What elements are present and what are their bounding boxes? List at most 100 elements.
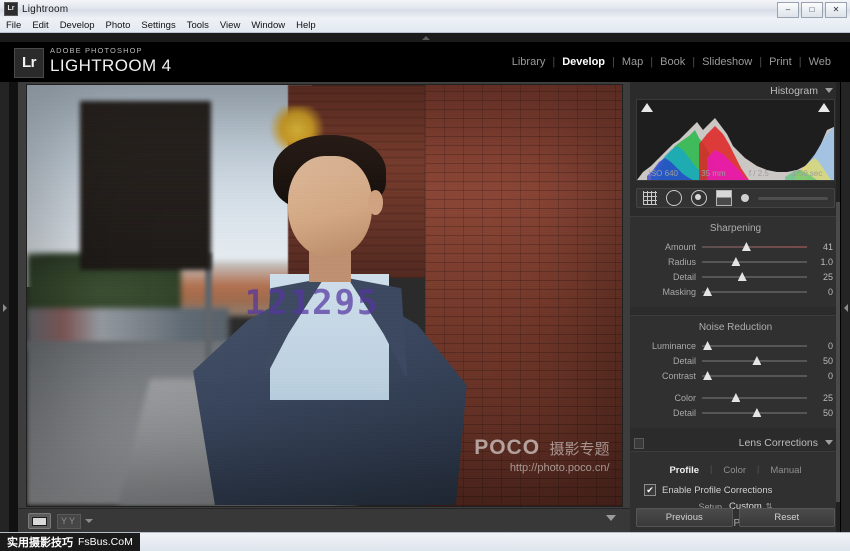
tab-profile[interactable]: Profile [660, 464, 708, 477]
module-develop[interactable]: Develop [555, 56, 612, 68]
slider-label: Color [674, 392, 696, 403]
tab-separator: | [710, 464, 713, 474]
slider-track-container[interactable] [702, 392, 807, 403]
identity-line1: ADOBE PHOTOSHOP [50, 46, 143, 55]
filmstrip-collapse-icon[interactable] [606, 515, 616, 521]
slider-value: 50 [822, 355, 833, 366]
module-book[interactable]: Book [653, 56, 692, 68]
slider-row-radius[interactable]: Radius 1.0 [638, 254, 833, 269]
lightroom-window: Lr Lightroom – □ ✕ File Edit Develop Pho… [0, 0, 850, 551]
menu-item-help[interactable]: Help [296, 20, 316, 31]
slider-label: Detail [672, 407, 696, 418]
chevron-left-icon [843, 303, 848, 312]
slider-track-container[interactable] [702, 256, 807, 267]
maximize-button[interactable]: □ [801, 2, 823, 18]
brush-size-slider[interactable] [758, 196, 828, 200]
lightroom-app: Lr ADOBE PHOTOSHOP LIGHTROOM 4 Library |… [0, 33, 850, 533]
slider-label: Detail [672, 355, 696, 366]
tab-separator: | [757, 464, 760, 474]
slider-row-amount[interactable]: Amount 41 [638, 239, 833, 254]
work-area: 121295 POCO 摄影专题 http://photo.poco.cn/ Y… [0, 82, 850, 533]
slider-row-masking[interactable]: Masking 0 [638, 284, 833, 299]
develop-tool-strip [636, 188, 835, 208]
slider-track-container[interactable] [702, 241, 807, 252]
red-eye-icon[interactable] [691, 190, 707, 206]
spot-removal-icon[interactable] [666, 190, 682, 206]
slider-row-detail[interactable]: Detail 25 [638, 269, 833, 284]
previous-button[interactable]: Previous [636, 508, 733, 527]
slider-row-color[interactable]: Color 25 [638, 390, 833, 405]
slider-track-container[interactable] [702, 340, 807, 351]
slider-label: Amount [664, 241, 696, 252]
menu-item-photo[interactable]: Photo [106, 20, 131, 31]
histogram-curve [637, 118, 834, 180]
slider-track-container[interactable] [702, 271, 807, 282]
slider-row-contrast[interactable]: Contrast 0 [638, 368, 833, 383]
slider-value: 0 [827, 340, 833, 351]
chevron-down-icon[interactable] [825, 88, 833, 93]
right-panel-toggle[interactable] [840, 82, 850, 533]
slider-track-container[interactable] [702, 370, 807, 381]
left-panel-collapsed [9, 82, 18, 533]
photo-canvas[interactable]: 121295 POCO 摄影专题 http://photo.poco.cn/ [18, 82, 630, 508]
module-print[interactable]: Print [762, 56, 799, 68]
panel-action-buttons: Previous Reset [636, 508, 835, 527]
menu-item-tools[interactable]: Tools [187, 20, 209, 31]
lens-corrections-tabs: Profile | Color | Manual [638, 464, 833, 477]
flag-filter-label[interactable]: YY [57, 513, 82, 529]
slider-track-container[interactable] [702, 286, 807, 297]
module-map[interactable]: Map [615, 56, 650, 68]
slider-track-container[interactable] [702, 407, 807, 418]
sharpening-title: Sharpening [709, 223, 762, 234]
menu-bar: File Edit Develop Photo Settings Tools V… [0, 18, 850, 33]
lens-corrections-switch-icon[interactable] [634, 438, 644, 449]
slider-row-luminance-detail[interactable]: Detail 50 [638, 353, 833, 368]
tab-manual[interactable]: Manual [761, 464, 810, 477]
graduated-filter-icon[interactable] [716, 190, 732, 206]
enable-profile-corrections-row[interactable]: ✔ Enable Profile Corrections [638, 484, 833, 496]
photo-preview[interactable]: 121295 POCO 摄影专题 http://photo.poco.cn/ [26, 84, 622, 506]
slider-value: 41 [822, 241, 833, 252]
loupe-view-icon[interactable] [28, 513, 51, 529]
crop-overlay-icon[interactable] [643, 191, 657, 205]
menu-item-view[interactable]: View [220, 20, 240, 31]
watermark-poco-url: http://photo.poco.cn/ [509, 461, 610, 474]
menu-item-file[interactable]: File [6, 20, 21, 31]
histogram-header[interactable]: Histogram [630, 82, 841, 99]
slider-label: Contrast [661, 370, 696, 381]
preview-area: 121295 POCO 摄影专题 http://photo.poco.cn/ Y… [18, 82, 630, 533]
slider-row-color-detail[interactable]: Detail 50 [638, 405, 833, 420]
chevron-down-icon[interactable] [85, 519, 94, 523]
module-slideshow[interactable]: Slideshow [695, 56, 759, 68]
slider-row-luminance[interactable]: Luminance 0 [638, 338, 833, 353]
close-button[interactable]: ✕ [825, 2, 847, 18]
identity-line2: LIGHTROOM 4 [50, 56, 172, 75]
exif-shutter-speed: 1/50 sec [792, 169, 823, 178]
slider-value: 25 [822, 271, 833, 282]
slider-value: 1.0 [820, 256, 833, 267]
chevron-down-icon[interactable] [825, 440, 833, 445]
histogram-graph[interactable]: ISO 640 35 mm f / 2.5 1/50 sec [636, 99, 835, 181]
lens-corrections-title: Lens Corrections [738, 436, 818, 449]
lens-corrections-header[interactable]: Lens Corrections [630, 434, 841, 451]
module-web[interactable]: Web [802, 56, 838, 68]
watermark-number: 121295 [244, 283, 380, 324]
menu-item-settings[interactable]: Settings [141, 20, 175, 31]
adjustment-brush-icon[interactable] [741, 194, 749, 202]
menu-item-window[interactable]: Window [251, 20, 285, 31]
enable-profile-corrections-checkbox[interactable]: ✔ [644, 484, 656, 496]
window-title: Lightroom [22, 3, 69, 15]
menu-item-develop[interactable]: Develop [60, 20, 95, 31]
exif-focal-length: 35 mm [701, 169, 726, 178]
exif-iso: ISO 640 [648, 169, 678, 178]
chevron-up-icon[interactable] [418, 34, 434, 41]
app-icon: Lr [4, 2, 18, 16]
slider-label: Masking [662, 286, 696, 297]
minimize-button[interactable]: – [777, 2, 799, 18]
tab-color[interactable]: Color [714, 464, 755, 477]
menu-item-edit[interactable]: Edit [32, 20, 48, 31]
module-library[interactable]: Library [505, 56, 553, 68]
identity-plate-text: ADOBE PHOTOSHOP LIGHTROOM 4 [50, 45, 172, 76]
reset-button[interactable]: Reset [738, 508, 835, 527]
slider-track-container[interactable] [702, 355, 807, 366]
